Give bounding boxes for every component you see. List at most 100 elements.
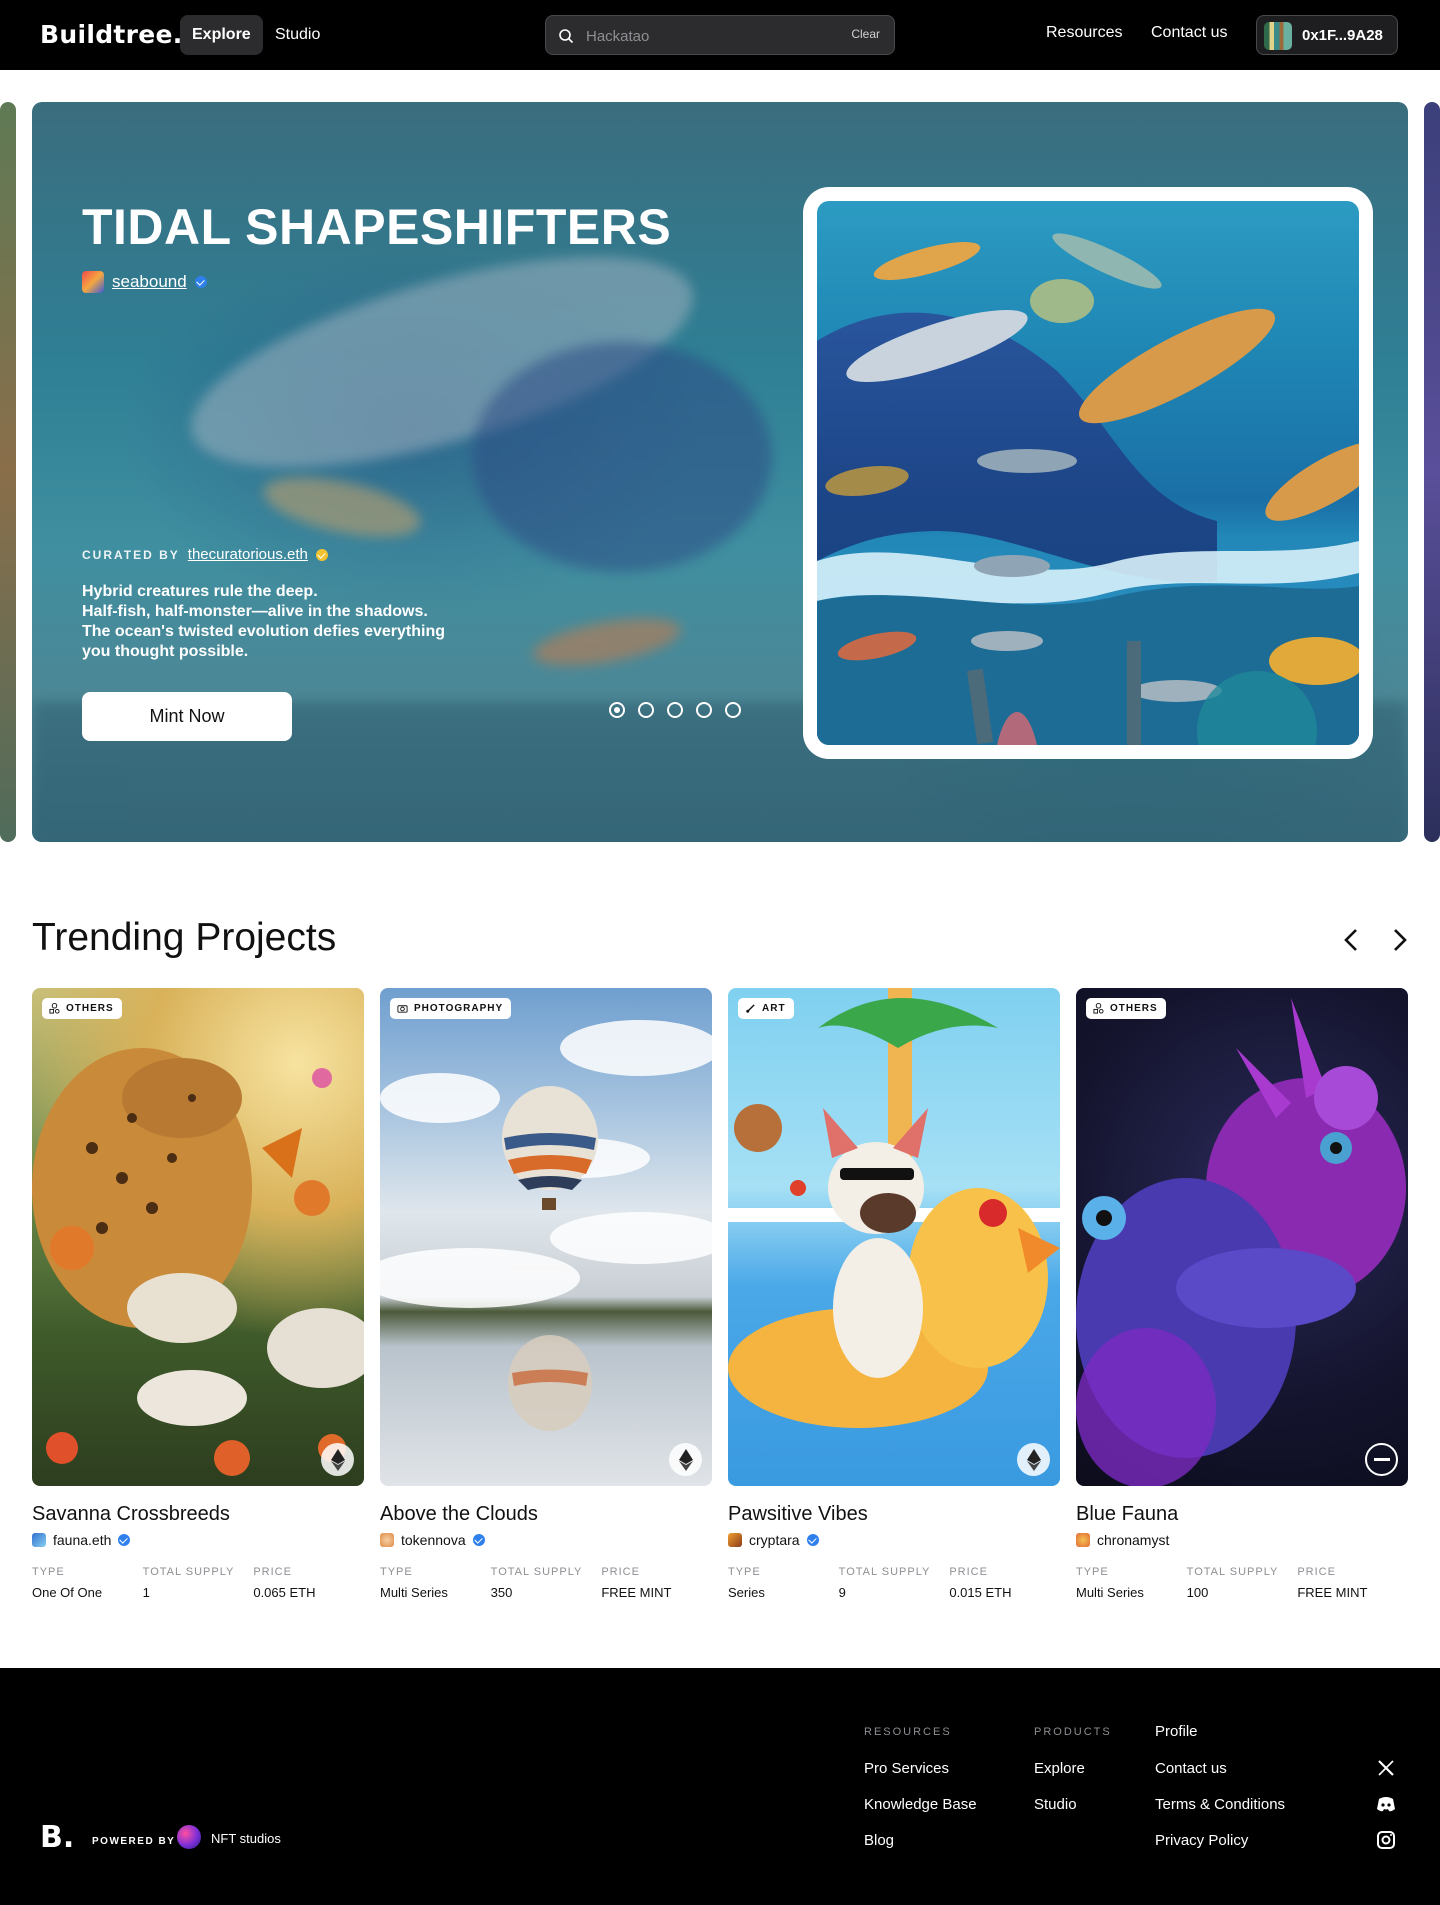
footer-link-explore[interactable]: Explore (1034, 1760, 1085, 1777)
project-creator: chronamyst (1076, 1532, 1408, 1548)
footer: B. POWERED BY NFT studios RESOURCES Pro … (0, 1668, 1440, 1905)
prev-slide-peek[interactable] (0, 102, 16, 842)
chevron-left-icon[interactable] (1337, 925, 1367, 955)
project-title[interactable]: Savanna Crossbreeds (32, 1503, 364, 1526)
project-title[interactable]: Blue Fauna (1076, 1503, 1408, 1526)
clear-search-button[interactable]: Clear (851, 27, 880, 41)
hero-banner: TIDAL SHAPESHIFTERS seabound CURATED BY … (32, 102, 1408, 842)
curated-by: CURATED BY thecuratorious.eth (82, 546, 328, 563)
project-meta: TYPE One Of One TOTAL SUPPLY 1 PRICE 0.065 … (32, 1566, 364, 1600)
footer-link-terms[interactable]: Terms & Conditions (1155, 1796, 1285, 1813)
instagram-icon[interactable] (1376, 1830, 1396, 1850)
search-input[interactable] (586, 25, 826, 47)
project-card[interactable]: OTHERS Savanna Crossbreeds fauna.eth TYP… (32, 988, 364, 1600)
creator-avatar (1076, 1533, 1090, 1547)
brand-logo[interactable]: Buildtree. (40, 20, 183, 49)
meta-label-supply: TOTAL SUPPLY (838, 1566, 931, 1578)
creator-name[interactable]: tokennova (401, 1532, 466, 1548)
meta-value-price: 0.065 ETH (253, 1585, 316, 1600)
category-tag: PHOTOGRAPHY (390, 998, 512, 1019)
meta-label-type: TYPE (1076, 1566, 1109, 1578)
bg-fish-shape (258, 465, 426, 549)
project-image[interactable]: OTHERS (32, 988, 364, 1486)
category-tag: OTHERS (42, 998, 122, 1019)
hero-artwork-frame (803, 187, 1373, 759)
meta-value-supply: 350 (490, 1585, 513, 1600)
footer-link-profile[interactable]: Profile (1155, 1723, 1198, 1740)
meta-label-type: TYPE (380, 1566, 413, 1578)
footer-link-pro-services[interactable]: Pro Services (864, 1760, 949, 1777)
curator-link[interactable]: thecuratorious.eth (188, 546, 308, 563)
meta-value-type: Multi Series (1076, 1585, 1144, 1600)
description-line: you thought possible. (82, 643, 249, 660)
creator-name[interactable]: fauna.eth (53, 1532, 111, 1548)
category-label: OTHERS (1110, 1003, 1158, 1014)
verified-icon (194, 276, 207, 288)
footer-logo[interactable]: B. (40, 1820, 74, 1855)
carousel-dot[interactable] (638, 702, 654, 718)
footer-link-contact[interactable]: Contact us (1155, 1760, 1227, 1777)
project-creator: fauna.eth (32, 1532, 364, 1548)
category-tag: ART (738, 998, 794, 1019)
verified-icon (118, 1534, 131, 1546)
meta-label-supply: TOTAL SUPPLY (142, 1566, 235, 1578)
meta-label-price: PRICE (601, 1566, 640, 1578)
description-line: Half-fish, half-monster—alive in the sha… (82, 603, 428, 620)
tab-studio[interactable]: Studio (263, 15, 332, 55)
products-heading: PRODUCTS (1034, 1726, 1112, 1738)
project-card[interactable]: PHOTOGRAPHY Above the Clouds tokennova T… (380, 988, 712, 1600)
description-line: The ocean's twisted evolution defies eve… (82, 623, 445, 640)
carousel-dot[interactable] (609, 702, 625, 718)
project-title[interactable]: Above the Clouds (380, 1503, 712, 1526)
hero-description: Hybrid creatures rule the deep. Half-fis… (82, 582, 482, 662)
carousel-pagination (609, 702, 741, 718)
footer-link-knowledge-base[interactable]: Knowledge Base (864, 1796, 977, 1813)
bg-wave-shape (472, 342, 772, 572)
hero-artwork[interactable] (817, 201, 1359, 745)
category-label: ART (762, 1003, 786, 1014)
creator-name[interactable]: cryptara (749, 1532, 800, 1548)
top-navbar: Buildtree. Explore Studio Clear Resource… (0, 0, 1440, 70)
meta-label-price: PRICE (949, 1566, 988, 1578)
mint-now-button[interactable]: Mint Now (82, 692, 292, 741)
project-meta: TYPE Series TOTAL SUPPLY 9 PRICE 0.015 ETH (728, 1566, 1060, 1600)
project-card[interactable]: ART Pawsitive Vibes cryptara TYPE Series … (728, 988, 1060, 1600)
creator-name[interactable]: chronamyst (1097, 1532, 1169, 1548)
powered-by-label: POWERED BY (92, 1836, 176, 1847)
carousel-dot[interactable] (667, 702, 683, 718)
carousel-dot[interactable] (725, 702, 741, 718)
project-title[interactable]: Pawsitive Vibes (728, 1503, 1060, 1526)
partner-name[interactable]: NFT studios (211, 1831, 281, 1846)
creator-avatar (380, 1533, 394, 1547)
project-image[interactable]: OTHERS (1076, 988, 1408, 1486)
footer-link-blog[interactable]: Blog (864, 1832, 894, 1849)
footer-link-privacy[interactable]: Privacy Policy (1155, 1832, 1248, 1849)
discord-icon[interactable] (1376, 1794, 1396, 1814)
footer-link-studio[interactable]: Studio (1034, 1796, 1077, 1813)
search-icon (559, 29, 574, 44)
hero-title: TIDAL SHAPESHIFTERS (82, 199, 672, 255)
carousel-dot[interactable] (696, 702, 712, 718)
category-label: OTHERS (66, 1003, 114, 1014)
blue-fauna-illustration (1076, 998, 1406, 1486)
ethereum-icon (1017, 1443, 1050, 1476)
x-icon[interactable] (1376, 1758, 1396, 1778)
bg-fish-shape (529, 609, 685, 675)
wallet-button[interactable]: 0x1F...9A28 (1256, 15, 1398, 55)
project-card[interactable]: OTHERS Blue Fauna chronamyst TYPE Multi S… (1076, 988, 1408, 1600)
project-meta: TYPE Multi Series TOTAL SUPPLY 100 PRICE FR… (1076, 1566, 1408, 1600)
tab-explore[interactable]: Explore (180, 15, 263, 55)
next-slide-peek[interactable] (1424, 102, 1440, 842)
meta-label-type: TYPE (728, 1566, 761, 1578)
nav-link-resources[interactable]: Resources (1046, 24, 1122, 42)
project-image[interactable]: PHOTOGRAPHY (380, 988, 712, 1486)
creator-link[interactable]: seabound (112, 272, 187, 292)
resources-heading: RESOURCES (864, 1726, 952, 1738)
ethereum-icon (669, 1443, 702, 1476)
ethereum-icon (321, 1443, 354, 1476)
chevron-right-icon[interactable] (1384, 925, 1414, 955)
balloon-photo (380, 1020, 712, 1431)
project-image[interactable]: ART (728, 988, 1060, 1486)
verified-icon (806, 1534, 819, 1546)
nav-link-contact[interactable]: Contact us (1151, 24, 1227, 42)
